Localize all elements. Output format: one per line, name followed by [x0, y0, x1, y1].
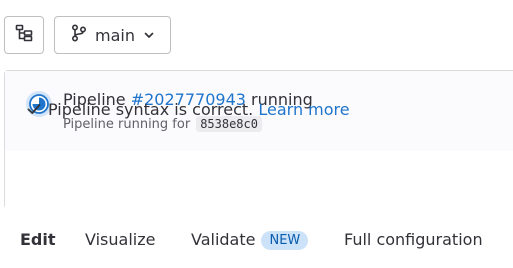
tab-validate[interactable]: Validate NEW: [191, 230, 309, 250]
validation-row: [5, 151, 513, 209]
branch-icon: [71, 24, 87, 46]
tab-full-configuration[interactable]: Full configuration: [344, 230, 483, 249]
tab-edit[interactable]: Edit: [20, 230, 56, 249]
chevron-down-icon: [143, 26, 155, 45]
new-badge: NEW: [261, 231, 309, 250]
branch-selector-dropdown[interactable]: main: [54, 16, 171, 54]
check-icon: [26, 101, 42, 121]
validation-message-line: Pipeline syntax is correct. Learn more: [48, 100, 350, 119]
editor-tabs: Edit Visualize Validate NEW Full configur…: [0, 222, 513, 260]
validation-message: Pipeline syntax is correct.: [48, 100, 254, 119]
tab-validate-label: Validate: [191, 230, 256, 249]
learn-more-link[interactable]: Learn more: [258, 100, 349, 119]
tab-visualize[interactable]: Visualize: [85, 230, 155, 249]
branch-name: main: [95, 25, 135, 45]
pipeline-status-panel: Pipeline #2027770943 running Pipeline ru…: [4, 70, 513, 209]
file-tree-icon: [15, 24, 33, 46]
file-tree-toggle-button[interactable]: [4, 16, 44, 54]
